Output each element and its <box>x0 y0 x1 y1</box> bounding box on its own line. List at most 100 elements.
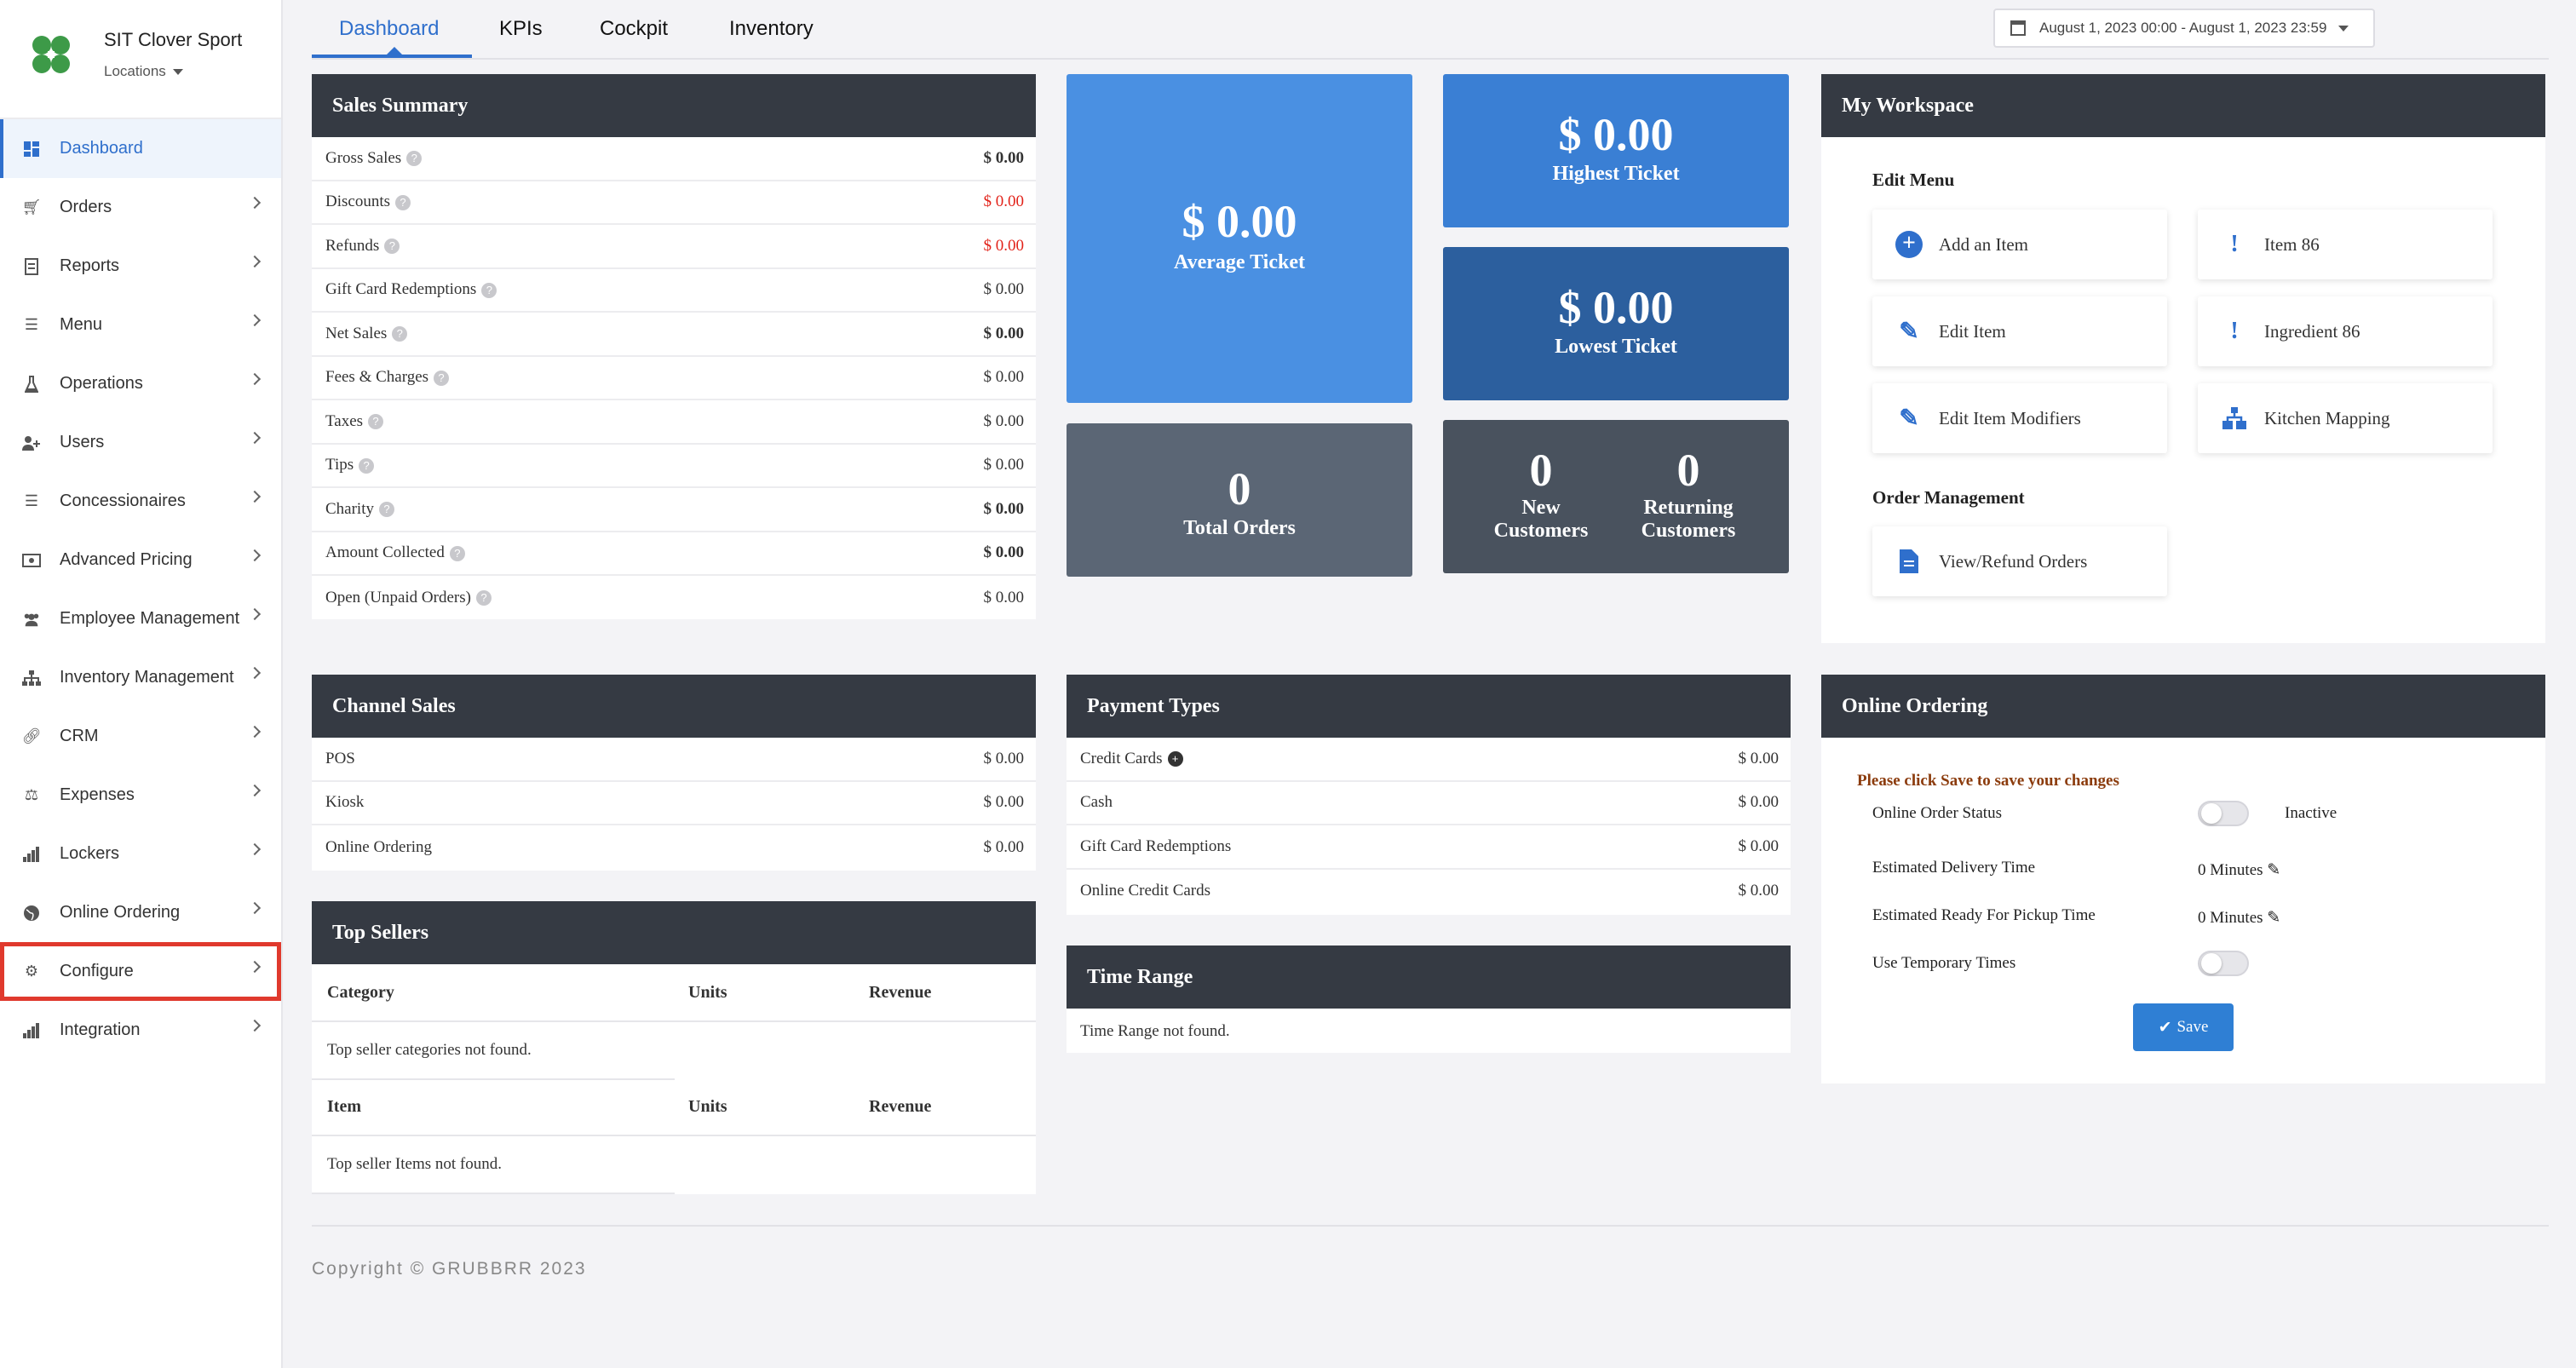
chevron-right-icon <box>248 431 262 445</box>
help-icon[interactable]: ? <box>392 326 408 342</box>
sidebar-item-label: Concessionaires <box>60 491 186 510</box>
sales-summary-label: Refunds? <box>325 237 400 256</box>
help-icon[interactable]: ? <box>434 370 450 386</box>
help-icon[interactable]: ? <box>475 590 492 606</box>
sidebar-item-operations[interactable]: Operations <box>0 354 281 413</box>
edit-item-modifiers-label: Edit Item Modifiers <box>1939 407 2081 428</box>
panel-title: Channel Sales <box>312 675 1036 738</box>
chevron-right-icon <box>248 842 262 856</box>
date-range-picker[interactable]: August 1, 2023 00:00 - August 1, 2023 23… <box>1993 9 2375 48</box>
sidebar-item-advanced-pricing[interactable]: Advanced Pricing <box>0 531 281 589</box>
kitchen-mapping-button[interactable]: Kitchen Mapping <box>2198 383 2493 453</box>
sales-summary-label-text: Amount Collected <box>325 543 445 562</box>
help-icon[interactable]: ? <box>481 282 497 298</box>
help-icon[interactable]: ? <box>384 239 400 255</box>
divider <box>312 1193 675 1194</box>
payment-type-label-text: Online Credit Cards <box>1080 882 1211 900</box>
sales-summary-label: Charity? <box>325 500 394 519</box>
chevron-right-icon <box>248 901 262 915</box>
channel-sales-value: $ 0.00 <box>983 837 1025 856</box>
sidebar-item-label: Menu <box>60 315 103 334</box>
tab-inventory[interactable]: Inventory <box>729 17 814 41</box>
tab-dashboard[interactable]: Dashboard <box>339 17 439 41</box>
chevron-right-icon <box>248 490 262 503</box>
channel-sales-label-text: Online Ordering <box>325 837 433 856</box>
channel-sales-row: Online Ordering $ 0.00 <box>312 825 1036 870</box>
check-icon: ✔ <box>2158 1018 2172 1037</box>
sidebar-item-crm[interactable]: 🔗︎ CRM <box>0 707 281 766</box>
sidebar-item-reports[interactable]: Reports <box>0 237 281 296</box>
returning-customers-value: 0 <box>1676 445 1700 496</box>
active-tab-indicator <box>312 47 472 58</box>
sidebar-item-expenses[interactable]: ⚖︎ Expenses <box>0 766 281 825</box>
average-ticket-label: Average Ticket <box>1174 251 1305 273</box>
sales-summary-label: Net Sales? <box>325 325 408 343</box>
sales-summary-row: Net Sales? $ 0.00 <box>312 313 1036 357</box>
help-icon[interactable]: ? <box>368 414 384 430</box>
help-icon[interactable]: ? <box>359 457 375 474</box>
sales-summary-value: $ 0.00 <box>983 411 1025 430</box>
estimated-delivery-label: Estimated Delivery Time <box>1872 859 2036 877</box>
col-revenue: Revenue <box>869 1097 932 1116</box>
save-button[interactable]: ✔ Save <box>2133 1003 2234 1051</box>
lowest-ticket-value: $ 0.00 <box>1558 282 1674 333</box>
help-icon[interactable]: ? <box>395 194 411 210</box>
online-order-status-label: Online Order Status <box>1872 804 2002 822</box>
ingredient-86-button[interactable]: ! Ingredient 86 <box>2198 296 2493 366</box>
sidebar-item-employee-management[interactable]: Employee Management <box>0 589 281 648</box>
save-label: Save <box>2176 1018 2209 1036</box>
col-category: Category <box>327 983 394 1002</box>
tab-kpis[interactable]: KPIs <box>499 17 543 41</box>
item-86-button[interactable]: ! Item 86 <box>2198 210 2493 279</box>
sales-summary-row: Refunds? $ 0.00 <box>312 225 1036 269</box>
sidebar-item-label: Orders <box>60 198 112 216</box>
edit-item-button[interactable]: ✎ Edit Item <box>1872 296 2167 366</box>
use-temporary-times-toggle[interactable] <box>2198 951 2249 976</box>
sidebar-item-orders[interactable]: 🛒︎ Orders <box>0 178 281 237</box>
sidebar-item-menu[interactable]: ☰ Menu <box>0 296 281 354</box>
payment-type-value: $ 0.00 <box>1738 749 1780 767</box>
help-icon[interactable]: ? <box>379 502 394 518</box>
link-icon: 🔗︎ <box>21 727 42 744</box>
sidebar-item-dashboard[interactable]: Dashboard <box>0 119 281 178</box>
estimated-pickup-value[interactable]: 0 Minutes ✎ <box>2198 908 2280 928</box>
col-units: Units <box>688 1097 727 1116</box>
view-refund-orders-button[interactable]: View/Refund Orders <box>1872 526 2167 596</box>
plus-circle-icon: + <box>1895 230 1923 259</box>
plus-circle-icon[interactable]: + <box>1167 751 1183 767</box>
channel-sales-label-text: POS <box>325 749 355 767</box>
channel-sales-label: Kiosk <box>325 793 364 812</box>
sales-summary-label-text: Tips <box>325 456 354 474</box>
sidebar-item-label: Lockers <box>60 844 120 863</box>
estimated-delivery-minutes: 0 Minutes <box>2198 861 2263 879</box>
online-order-status-toggle[interactable] <box>2198 801 2249 826</box>
sales-summary-panel: Sales Summary Gross Sales? $ 0.00 Discount… <box>312 74 1036 619</box>
col-units: Units <box>688 983 727 1002</box>
pencil-icon[interactable]: ✎ <box>2267 909 2280 927</box>
panel-title: Top Sellers <box>312 901 1036 964</box>
tab-cockpit[interactable]: Cockpit <box>600 17 668 41</box>
add-item-button[interactable]: + Add an Item <box>1872 210 2167 279</box>
sidebar-item-inventory-management[interactable]: Inventory Management <box>0 648 281 707</box>
sales-summary-row: Gift Card Redemptions? $ 0.00 <box>312 269 1036 313</box>
sidebar-item-users[interactable]: Users <box>0 413 281 472</box>
estimated-delivery-value[interactable]: 0 Minutes ✎ <box>2198 860 2280 880</box>
sidebar-item-concessionaires[interactable]: ☰ Concessionaires <box>0 472 281 531</box>
sales-summary-label: Amount Collected? <box>325 543 465 562</box>
sidebar-item-integration[interactable]: Integration <box>0 1001 281 1060</box>
edit-item-modifiers-button[interactable]: ✎ Edit Item Modifiers <box>1872 383 2167 453</box>
help-icon[interactable]: ? <box>406 151 423 167</box>
sales-summary-value: $ 0.00 <box>983 499 1025 518</box>
sidebar-item-online-ordering[interactable]: Online Ordering <box>0 883 281 942</box>
pencil-icon[interactable]: ✎ <box>2267 861 2280 879</box>
panel-title: Payment Types <box>1067 675 1791 738</box>
sales-summary-value: $ 0.00 <box>983 456 1025 474</box>
locations-dropdown[interactable]: Locations <box>104 63 183 80</box>
sidebar-item-configure[interactable]: ⚙ Configure <box>0 942 281 1001</box>
calendar-icon <box>2010 20 2026 36</box>
scale-icon: ⚖︎ <box>24 786 39 803</box>
pencil-icon: ✎ <box>1899 405 1919 432</box>
sales-summary-value: $ 0.00 <box>983 588 1025 606</box>
sidebar-item-lockers[interactable]: Lockers <box>0 825 281 883</box>
help-icon[interactable]: ? <box>449 545 465 561</box>
